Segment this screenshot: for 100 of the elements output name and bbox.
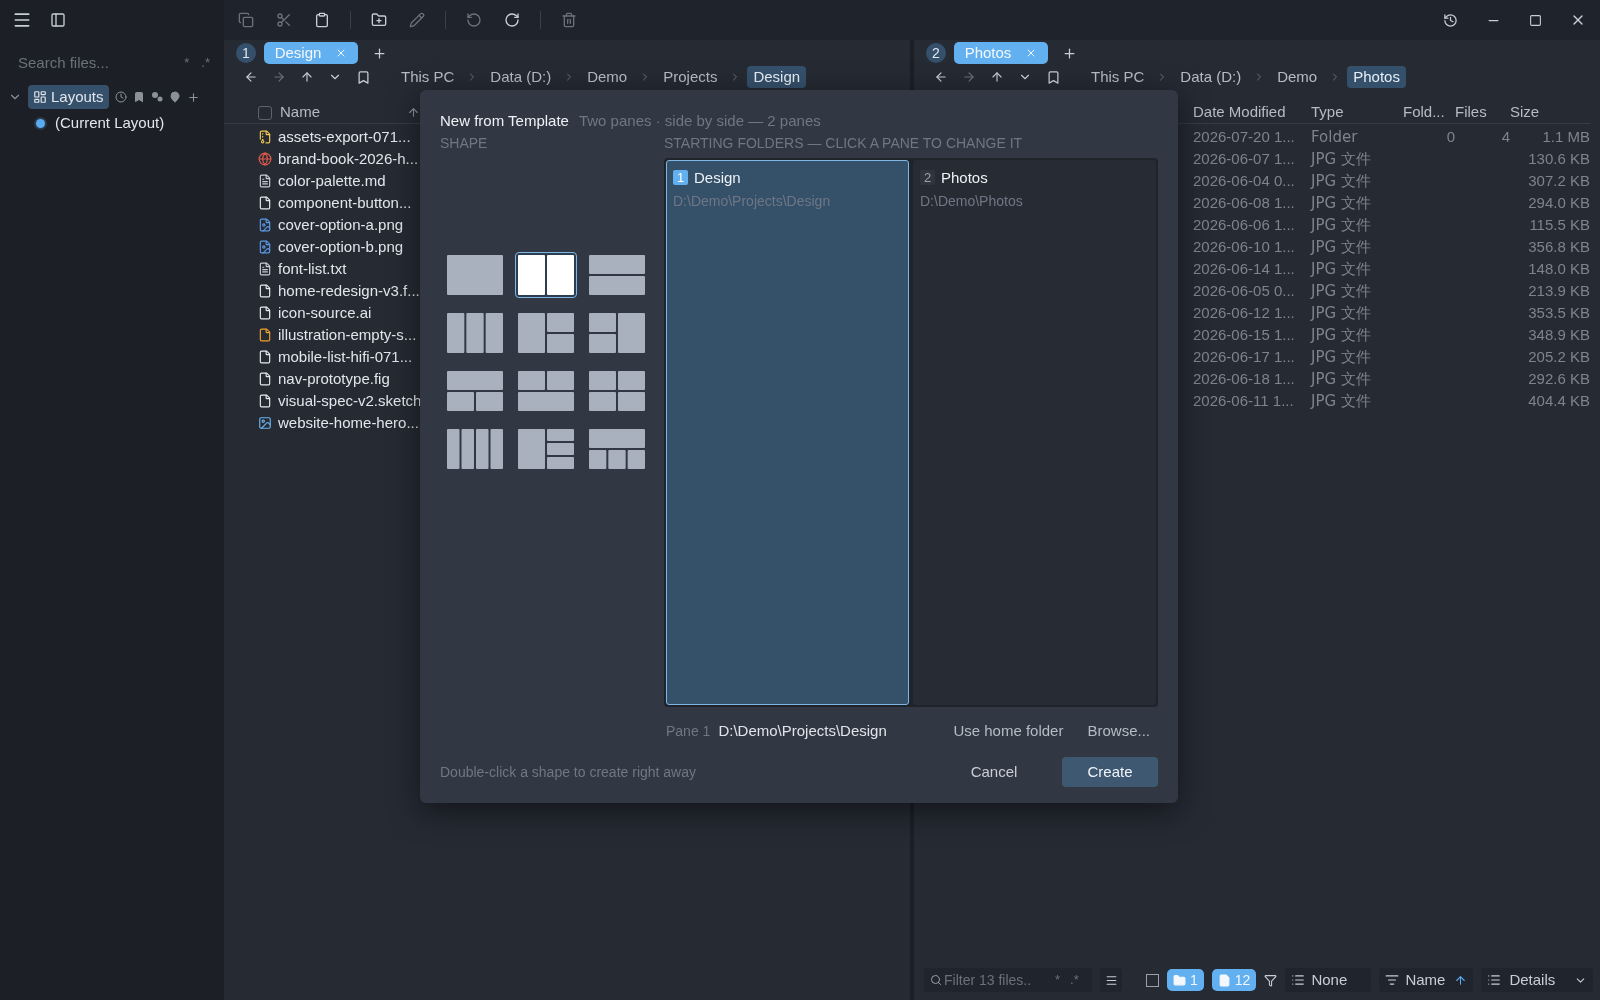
up-icon[interactable] — [300, 70, 314, 84]
table-cell-text: 2026-06-08 1... — [1193, 192, 1296, 213]
add-icon[interactable] — [186, 90, 200, 104]
breadcrumb-item[interactable]: Demo — [1271, 66, 1324, 88]
select-all-checkbox[interactable] — [1146, 973, 1159, 987]
new-tab-icon[interactable] — [1062, 45, 1077, 61]
maximize-icon[interactable] — [1529, 13, 1542, 27]
table-cell-text: 2026-06-10 1... — [1193, 236, 1296, 257]
table-cell-text: Folder — [1311, 126, 1359, 148]
view-dropdown[interactable]: Details — [1481, 968, 1594, 992]
link-button[interactable]: Browse... — [1087, 719, 1150, 743]
file-name[interactable]: mobile-list-hifi-071... — [278, 345, 413, 369]
tree-item[interactable]: (Current Layout) — [55, 111, 165, 135]
pane-card[interactable]: 1 Design D:\Demo\Projects\Design — [666, 159, 909, 705]
table-cell-text: 294.0 KB — [1528, 192, 1590, 213]
breadcrumb-item[interactable]: This PC — [395, 66, 461, 88]
clock-icon[interactable] — [114, 91, 127, 103]
file-name[interactable]: icon-source.ai — [278, 301, 372, 325]
section-label: STARTING FOLDERS — CLICK A PANE TO CHANGE IT — [664, 133, 1024, 153]
list-icon — [1487, 973, 1502, 987]
search-icon — [930, 974, 942, 986]
pane-card[interactable]: 2 Photos D:\Demo\Photos — [913, 159, 1156, 705]
table-cell-text: 213.9 KB — [1528, 280, 1590, 301]
link-button[interactable]: Use home folder — [953, 719, 1064, 743]
file-icon — [258, 284, 272, 298]
column-header[interactable]: Files — [1455, 101, 1510, 124]
bookmark-icon[interactable] — [1046, 69, 1061, 85]
new-tab-icon[interactable] — [372, 45, 387, 61]
filter-input[interactable]: Filter 13 files.. — [944, 969, 1049, 991]
web-file-icon — [258, 152, 272, 166]
table-cell-text: JPG 文件 — [1311, 324, 1372, 346]
file-name[interactable]: cover-option-b.png — [278, 235, 404, 259]
history-icon[interactable] — [1443, 12, 1458, 28]
file-name[interactable]: cover-option-a.png — [278, 213, 404, 237]
breadcrumb-item[interactable]: Data (D:) — [1174, 66, 1248, 88]
file-name[interactable]: component-button... — [278, 191, 412, 215]
path-text: D:\Demo\Projects\Design — [718, 720, 887, 741]
table-cell-text: 1.1 MB — [1542, 126, 1590, 147]
sidebar-icon[interactable] — [50, 12, 66, 28]
breadcrumb-item[interactable]: Photos — [1347, 66, 1406, 88]
file-name[interactable]: visual-spec-v2.sketch — [278, 389, 422, 413]
column-header[interactable]: Type — [1311, 101, 1403, 124]
group-dropdown[interactable]: None — [1285, 968, 1372, 992]
column-header[interactable]: Size — [1510, 101, 1590, 124]
table-cell-text: JPG 文件 — [1311, 390, 1372, 412]
sort-dropdown[interactable]: Name — [1379, 968, 1474, 992]
file-name[interactable]: illustration-empty-s... — [278, 323, 417, 347]
table-cell-text: 353.5 KB — [1528, 302, 1590, 323]
column-header[interactable]: Fold... — [1403, 101, 1455, 124]
table-cell-text: JPG 文件 — [1311, 192, 1372, 214]
file-icon — [1217, 973, 1231, 987]
field-label: Pane 1 — [666, 721, 711, 741]
hint-text: Double-click a shape to create right away — [440, 762, 697, 782]
dots-icon[interactable] — [150, 91, 163, 103]
layout-shape-option[interactable] — [515, 251, 577, 298]
table-cell-text: 2026-06-05 0... — [1193, 280, 1296, 301]
sort-arrow-icon[interactable] — [1454, 973, 1468, 987]
breadcrumb-item[interactable]: This PC — [1085, 66, 1151, 88]
column-header[interactable]: Name — [280, 101, 407, 124]
file-name[interactable]: color-palette.md — [278, 169, 386, 193]
column-header[interactable]: Date Modified — [1193, 101, 1311, 124]
zip-folder-icon — [258, 130, 272, 144]
filter-icon[interactable] — [1264, 973, 1278, 987]
create-button[interactable]: Create — [1062, 757, 1158, 787]
breadcrumb-item[interactable]: Projects — [657, 66, 724, 88]
breadcrumb-item[interactable]: Design — [747, 66, 807, 88]
table-cell-text: 2026-06-17 1... — [1193, 346, 1296, 367]
redo-icon[interactable] — [502, 10, 522, 30]
forward-icon[interactable] — [962, 70, 976, 84]
forward-icon[interactable] — [272, 70, 286, 84]
breadcrumb-item[interactable]: Data (D:) — [484, 66, 558, 88]
pin-icon[interactable] — [168, 91, 181, 103]
table-cell-text: 307.2 KB — [1528, 170, 1590, 191]
file-name[interactable]: brand-book-2026-h... — [278, 147, 419, 171]
table-cell-text: 2026-06-07 1... — [1193, 148, 1296, 169]
select-all-checkbox[interactable] — [258, 105, 272, 120]
menu-icon[interactable] — [1104, 973, 1118, 987]
file-name[interactable]: home-redesign-v3.f... — [278, 279, 420, 303]
list-icon — [1291, 973, 1306, 987]
file-name[interactable]: nav-prototype.fig — [278, 367, 390, 391]
up-icon[interactable] — [990, 70, 1004, 84]
bookmark-icon[interactable] — [132, 91, 145, 103]
table-cell-text: 148.0 KB — [1528, 258, 1590, 279]
file-icon — [258, 196, 272, 210]
table-cell-text: 4 — [1501, 126, 1510, 147]
menu-icon[interactable] — [12, 10, 32, 30]
table-cell-text: 348.9 KB — [1528, 324, 1590, 345]
file-name[interactable]: website-home-hero... — [278, 411, 419, 435]
breadcrumb-item[interactable]: Demo — [581, 66, 634, 88]
script-file-icon — [258, 328, 272, 342]
bookmark-icon[interactable] — [356, 69, 371, 85]
tree-item[interactable]: Layouts — [28, 85, 109, 109]
table-cell-text: 2026-06-11 1... — [1193, 390, 1295, 411]
sort-arrow-icon[interactable] — [407, 106, 420, 119]
cancel-button[interactable]: Cancel — [946, 757, 1042, 787]
file-name[interactable]: font-list.txt — [278, 257, 347, 281]
back-icon[interactable] — [934, 70, 948, 84]
file-name[interactable]: assets-export-071... — [278, 125, 411, 149]
back-icon[interactable] — [244, 70, 258, 84]
section-label: SHAPE — [440, 133, 489, 153]
